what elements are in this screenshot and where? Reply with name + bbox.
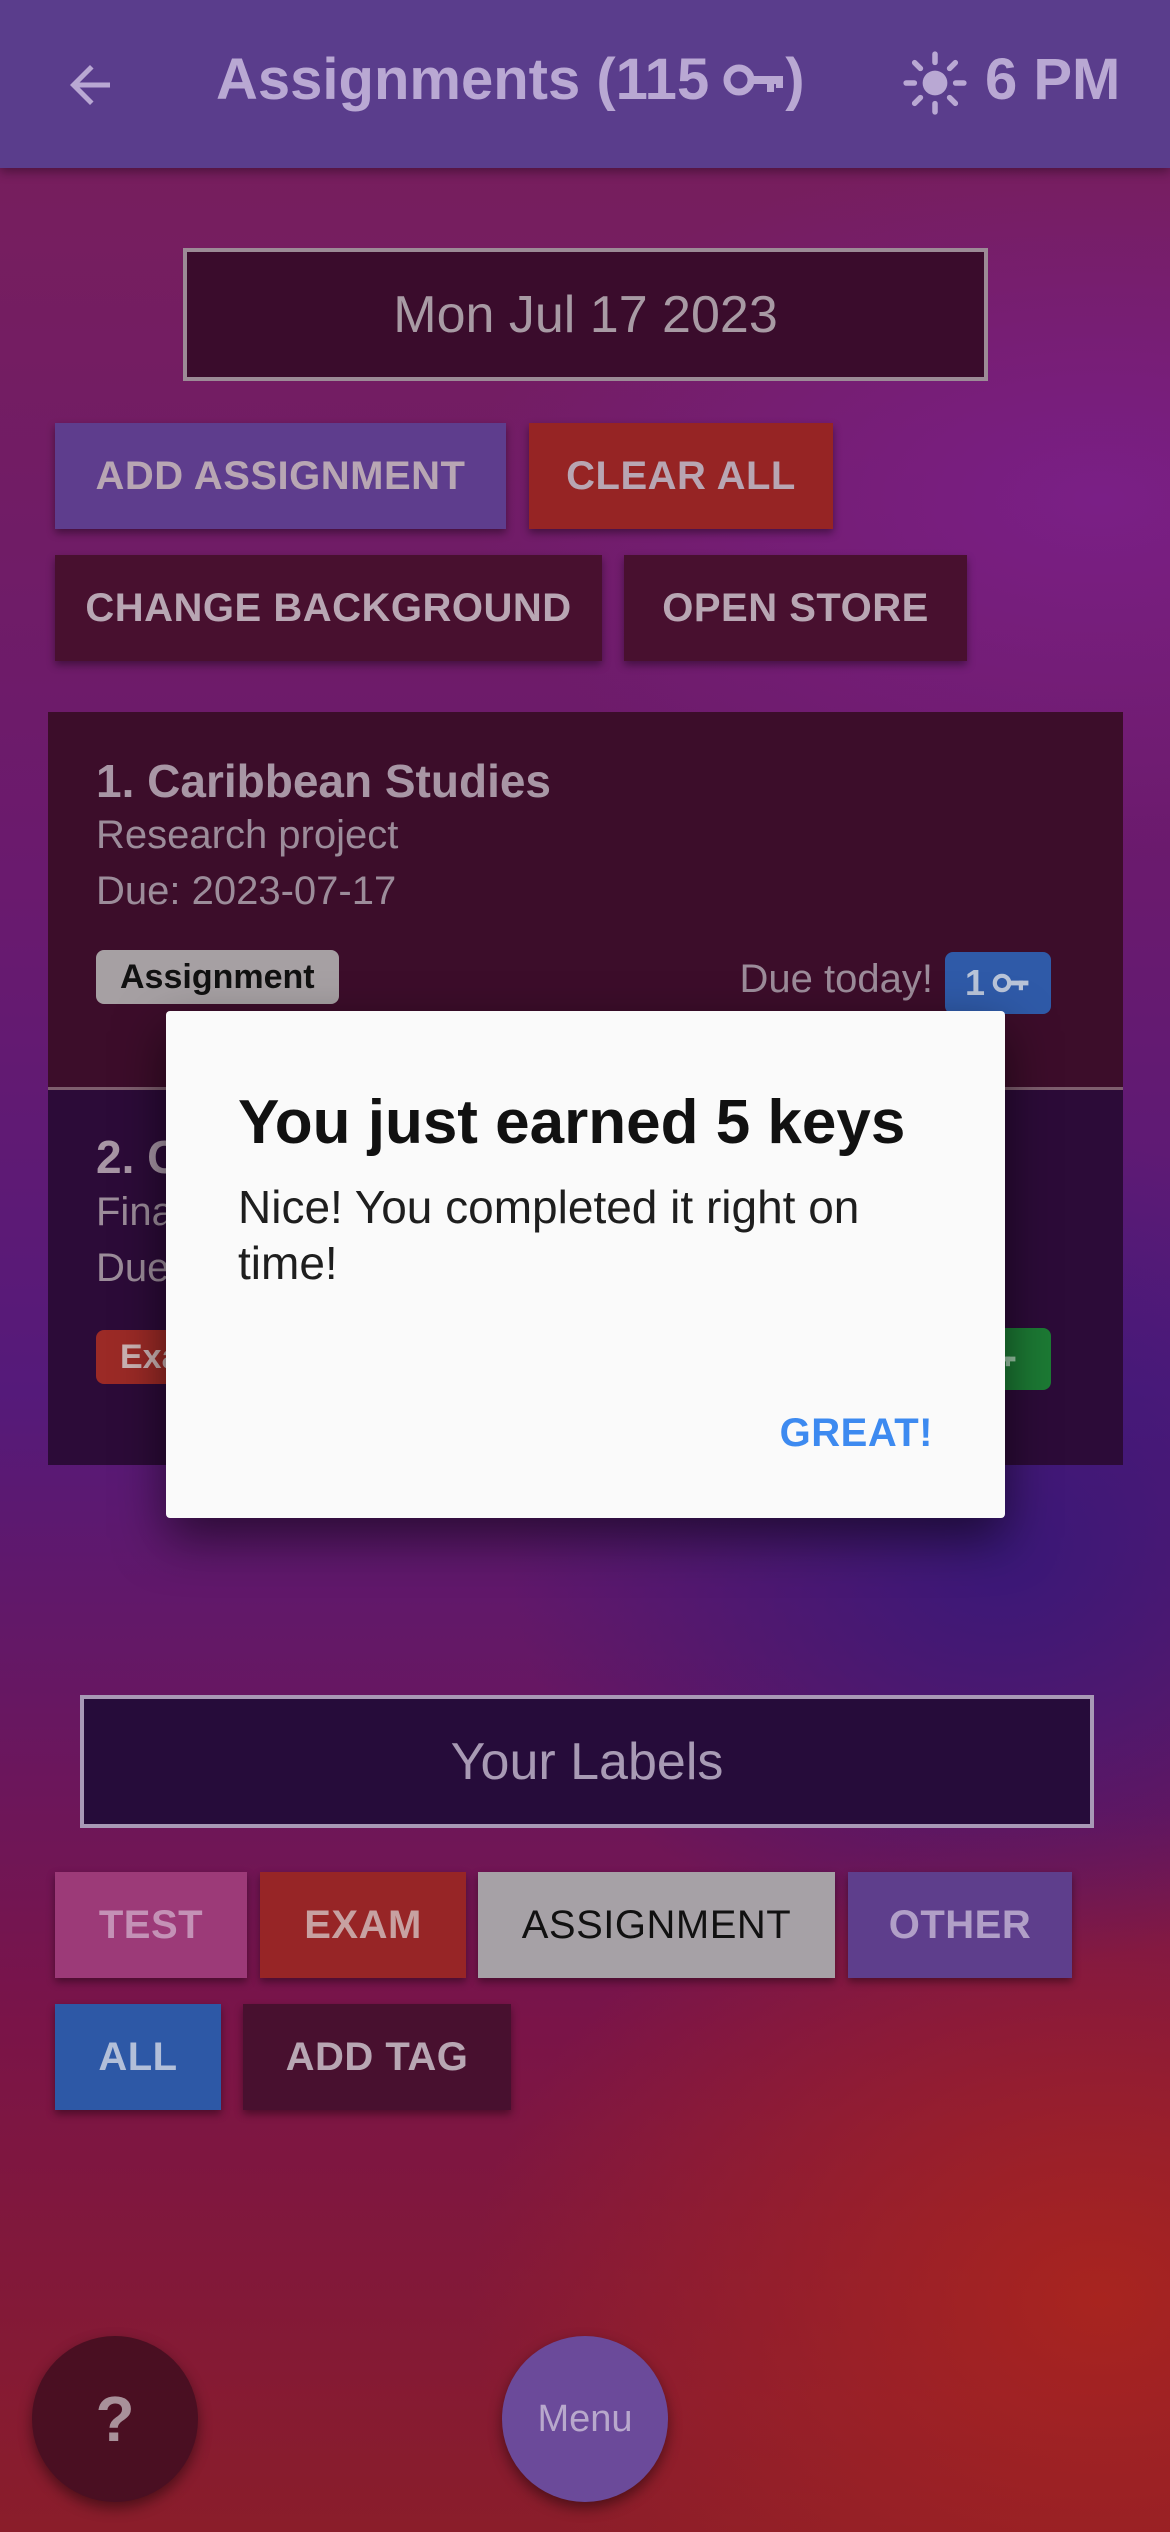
clear-all-button[interactable]: CLEAR ALL (529, 423, 833, 529)
key-icon (723, 64, 784, 95)
open-store-button[interactable]: OPEN STORE (624, 555, 967, 661)
page-title-suffix: ) (785, 47, 805, 112)
tag-all-button[interactable]: ALL (55, 2004, 221, 2110)
assignment-description: Research project (96, 813, 399, 857)
tag-other-button[interactable]: OTHER (848, 1872, 1072, 1978)
tag-test-button[interactable]: TEST (55, 1872, 247, 1978)
date-display[interactable]: Mon Jul 17 2023 (183, 248, 988, 381)
back-arrow-icon[interactable] (60, 55, 120, 115)
dialog-message: Nice! You completed it right on time! (238, 1181, 860, 1289)
assignment-due-date: Due: 2023-07-17 (96, 869, 397, 913)
add-assignment-button[interactable]: ADD ASSIGNMENT (55, 423, 506, 529)
assignment-description: Fina (96, 1190, 174, 1234)
time-display: 6 PM (985, 47, 1121, 112)
key-count: 1 (964, 962, 986, 1003)
tag-chip: Assignment (96, 950, 339, 1004)
key-reward-badge: 1 (945, 952, 1051, 1014)
labels-heading: Your Labels (80, 1695, 1094, 1828)
app-bar: Assignments (115 ) 6 PM (0, 0, 1170, 168)
great-button[interactable]: GREAT! (780, 1411, 933, 1456)
add-tag-button[interactable]: ADD TAG (243, 2004, 511, 2110)
assignment-due-date: Due (96, 1246, 170, 1290)
due-status: Due today! (739, 957, 933, 1001)
tag-exam-button[interactable]: EXAM (260, 1872, 466, 1978)
page-title: Assignments (115 ) (216, 46, 805, 113)
reward-dialog: You just earned 5 keys Nice! You complet… (166, 1011, 1005, 1518)
change-background-button[interactable]: CHANGE BACKGROUND (55, 555, 602, 661)
help-button[interactable]: ? (32, 2336, 198, 2502)
key-icon (992, 973, 1029, 993)
sun-icon[interactable] (902, 50, 968, 116)
page-title-text: Assignments (115 (216, 47, 710, 112)
assignment-title: 1. Caribbean Studies (96, 755, 552, 807)
dialog-title: You just earned 5 keys (238, 1088, 906, 1157)
tag-assignment-button[interactable]: ASSIGNMENT (478, 1872, 835, 1978)
menu-button[interactable]: Menu (502, 2336, 668, 2502)
